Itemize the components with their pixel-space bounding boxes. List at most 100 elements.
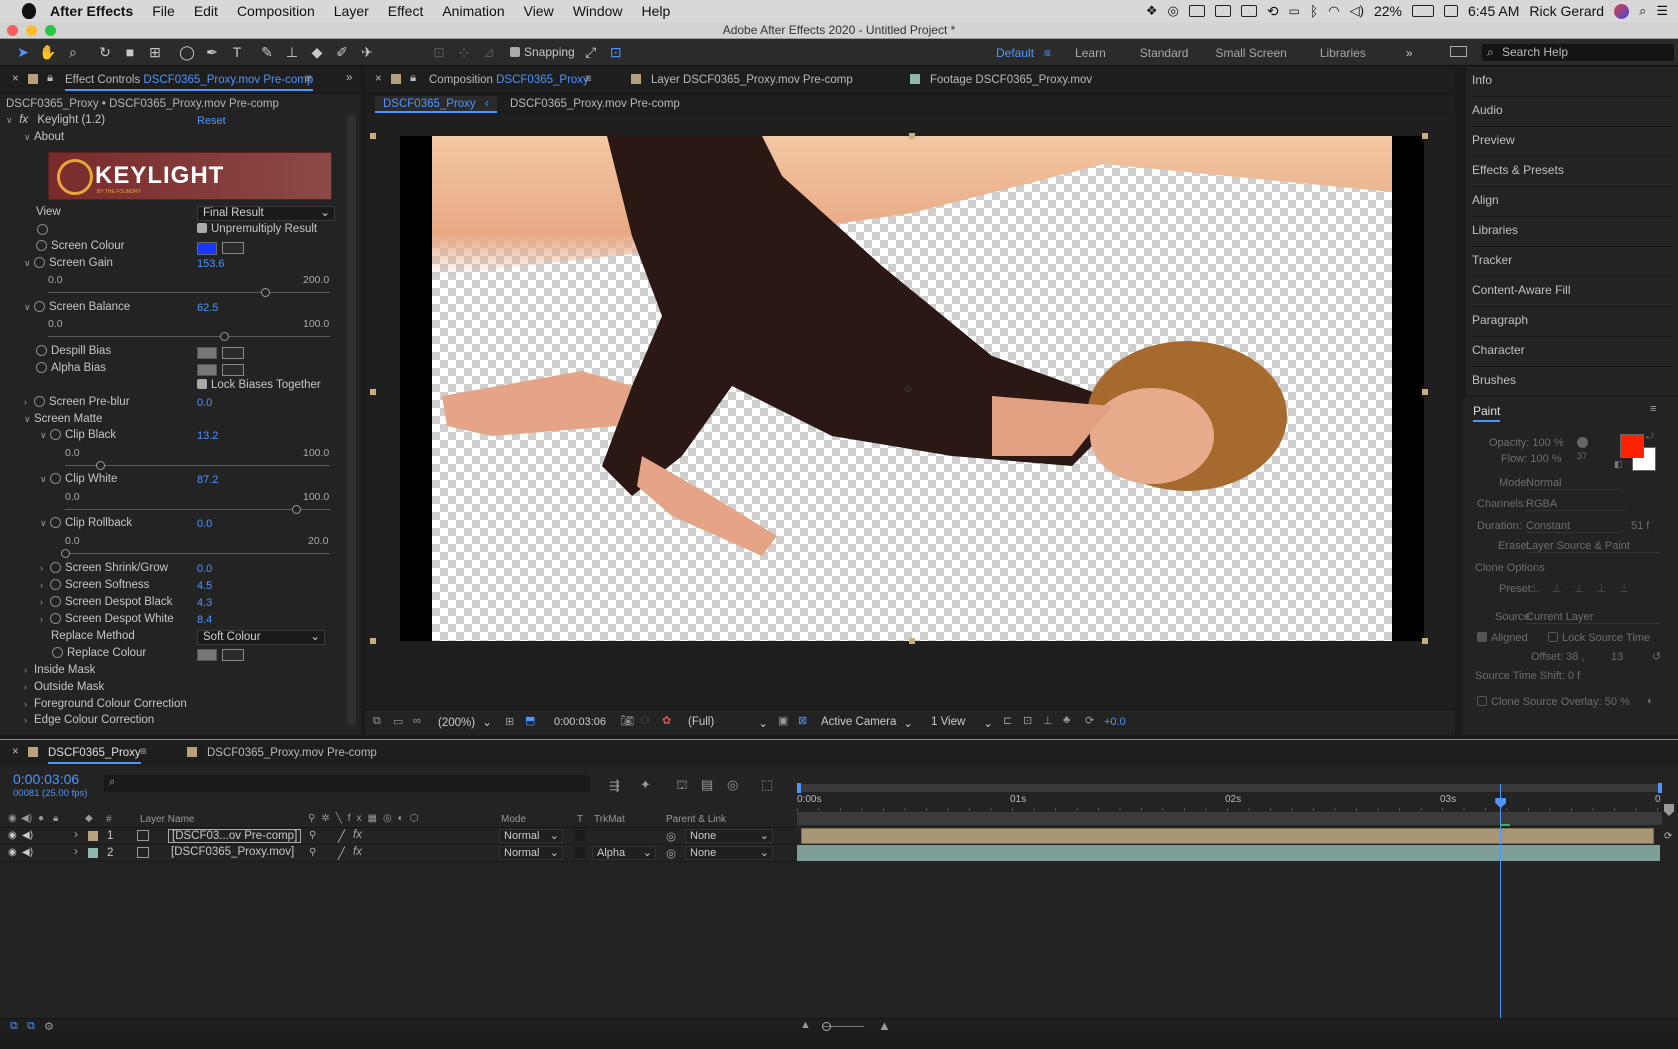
menu-file[interactable]: File — [152, 3, 175, 19]
paint-flow[interactable]: Flow: 100 % — [1501, 453, 1562, 465]
app-icon[interactable] — [1188, 5, 1205, 17]
brush-tip-icon[interactable] — [1577, 437, 1588, 448]
views-dropdown[interactable]: 1 View ⌄ — [931, 716, 993, 730]
audio-icon[interactable]: ◀) — [22, 830, 33, 841]
playhead[interactable] — [1495, 784, 1511, 1018]
minimize-window-button[interactable] — [26, 25, 37, 36]
fg-correction-group[interactable]: › Foreground Colour Correction — [24, 698, 187, 714]
crumb-precomp[interactable]: DSCF0365_Proxy.mov Pre-comp — [510, 98, 680, 110]
panel-preview[interactable]: Preview — [1472, 127, 1672, 157]
snapshot-icon[interactable]: 📷︎ — [620, 714, 634, 727]
menu-animation[interactable]: Animation — [442, 3, 504, 19]
duration-value[interactable]: Constant — [1526, 520, 1621, 533]
hand-tool-icon[interactable]: ✋ — [39, 43, 57, 61]
comp-viewer[interactable]: ⌖ — [365, 115, 1455, 707]
clone-preset-icons[interactable]: ⊥⊥⊥⊥⊥ — [1529, 581, 1641, 595]
zoom-in-icon[interactable]: ▲ — [878, 1018, 891, 1033]
mask-visibility-icon[interactable]: ⬒ — [525, 714, 535, 727]
battery-icon[interactable] — [1412, 5, 1434, 17]
close-tab-icon[interactable]: × — [375, 73, 382, 85]
source-value[interactable]: Current Layer — [1526, 611, 1661, 624]
reset-exposure-icon[interactable]: ⟳ — [1085, 714, 1094, 727]
stopwatch-icon[interactable] — [50, 429, 61, 440]
label-color[interactable] — [88, 831, 98, 841]
lock-biases-checkbox[interactable]: Lock Biases Together — [197, 379, 321, 395]
panel-menu-icon[interactable]: ≡ — [585, 73, 592, 85]
exposure-value[interactable]: +0.0 — [1104, 716, 1126, 728]
monitor-icon[interactable]: ▭ — [393, 715, 403, 728]
twirl-right-icon[interactable]: › — [40, 614, 50, 624]
menu-edit[interactable]: Edit — [194, 3, 218, 19]
tab-timeline-precomp[interactable]: DSCF0365_Proxy.mov Pre-comp — [207, 747, 377, 759]
parent-dropdown[interactable]: None ⌄ — [685, 846, 773, 860]
crumb-active[interactable]: DSCF0365_Proxy ‹ — [375, 96, 497, 113]
current-time[interactable]: 0:00:03:06 — [554, 716, 606, 728]
erase-value[interactable]: Layer Source & Paint — [1526, 540, 1661, 553]
transform-handle[interactable] — [370, 638, 376, 644]
reset-link[interactable]: Reset — [197, 115, 226, 127]
panel-menu-icon[interactable]: ≡ — [1650, 403, 1656, 415]
dropbox-icon[interactable]: ❖ — [1146, 3, 1158, 19]
show-snapshot-icon[interactable]: ⚆ — [640, 714, 650, 727]
snap-icon-1[interactable]: ⊡ — [430, 43, 448, 61]
screen-gain-value[interactable]: 153.6 — [197, 258, 225, 270]
transfer-controls-toggle-icon[interactable]: ⧉ — [27, 1020, 35, 1033]
close-window-button[interactable] — [7, 25, 18, 36]
eyedropper-icon[interactable] — [222, 242, 244, 254]
source-time-shift[interactable]: Source Time Shift: 0 f — [1475, 670, 1580, 682]
quality-switch-icon[interactable]: ╱ — [338, 829, 345, 843]
stopwatch-icon[interactable] — [50, 562, 61, 573]
label-color[interactable] — [88, 848, 98, 858]
preserve-transparency-box[interactable] — [575, 830, 585, 841]
fx-icon[interactable]: fx — [19, 114, 28, 126]
eraser-tool-icon[interactable]: ◆ — [308, 43, 326, 61]
panel-menu-icon[interactable]: ≡ — [305, 73, 312, 85]
swap-colors-icon[interactable]: ⤾ — [1646, 431, 1654, 442]
siri-icon[interactable] — [1614, 3, 1630, 19]
parent-dropdown[interactable]: None ⌄ — [685, 829, 773, 843]
pen-tool-icon[interactable]: ✒ — [203, 43, 221, 61]
fx-switch-icon[interactable]: fx — [353, 829, 362, 841]
inside-mask-group[interactable]: › Inside Mask — [24, 664, 95, 680]
paint-opacity[interactable]: Opacity: 100 % — [1489, 437, 1564, 449]
transparency-grid-icon[interactable]: ⊠ — [798, 714, 807, 727]
stopwatch-icon[interactable] — [50, 517, 61, 528]
transform-handle[interactable] — [370, 389, 376, 395]
twirl-right-icon[interactable]: › — [24, 699, 34, 709]
frame-blending-icon[interactable]: ▤ — [701, 777, 713, 793]
screen-balance-value[interactable]: 62.5 — [197, 302, 218, 314]
menu-view[interactable]: View — [524, 3, 554, 19]
pick-whip-icon[interactable]: ◎ — [666, 846, 676, 860]
difference-mode-icon[interactable]: ◐ — [1647, 695, 1654, 707]
workspace-libraries[interactable]: Libraries — [1320, 46, 1366, 60]
eyedropper-icon[interactable] — [222, 649, 244, 661]
lock-source-time-checkbox[interactable]: Lock Source Time — [1548, 632, 1650, 644]
motion-blur-icon[interactable]: ◎ — [727, 777, 738, 793]
panel-tracker[interactable]: Tracker — [1472, 247, 1672, 277]
twirl-down-icon[interactable]: ∨ — [40, 430, 50, 441]
brush-tool-icon[interactable]: ✎ — [258, 43, 276, 61]
stopwatch-icon[interactable] — [36, 362, 47, 373]
channels-value[interactable]: RGBA — [1526, 498, 1626, 511]
panel-align[interactable]: Align — [1472, 187, 1672, 217]
snap-features-icon[interactable]: ⊡ — [607, 43, 625, 61]
snap-icon-3[interactable]: ⊿ — [480, 43, 498, 61]
slider-knob[interactable] — [61, 549, 70, 558]
render-time-toggle-icon[interactable]: ⚙ — [44, 1020, 54, 1033]
despill-bias-swatch[interactable] — [197, 347, 217, 359]
twirl-right-icon[interactable]: › — [24, 715, 34, 725]
stopwatch-icon[interactable] — [50, 473, 61, 484]
close-tab-icon[interactable]: × — [12, 73, 19, 85]
vr-icon[interactable]: ∞ — [413, 715, 421, 727]
menu-app[interactable]: After Effects — [50, 3, 133, 19]
zoom-out-icon[interactable]: ▲ — [800, 1019, 811, 1031]
twirl-right-icon[interactable]: › — [74, 829, 78, 841]
panel-effects-presets[interactable]: Effects & Presets — [1472, 157, 1672, 187]
always-preview-icon[interactable]: ⧉ — [373, 715, 381, 728]
unpremultiply-checkbox[interactable]: Unpremultiply Result — [197, 223, 317, 239]
graph-editor-icon[interactable]: ⬚ — [761, 777, 773, 793]
airplay-icon[interactable]: ▭ — [1289, 4, 1300, 18]
lock-icon[interactable]: 🔒︎ — [410, 72, 416, 85]
tab-footage[interactable]: Footage DSCF0365_Proxy.mov — [930, 74, 1092, 86]
work-area-bar[interactable] — [797, 783, 1662, 793]
